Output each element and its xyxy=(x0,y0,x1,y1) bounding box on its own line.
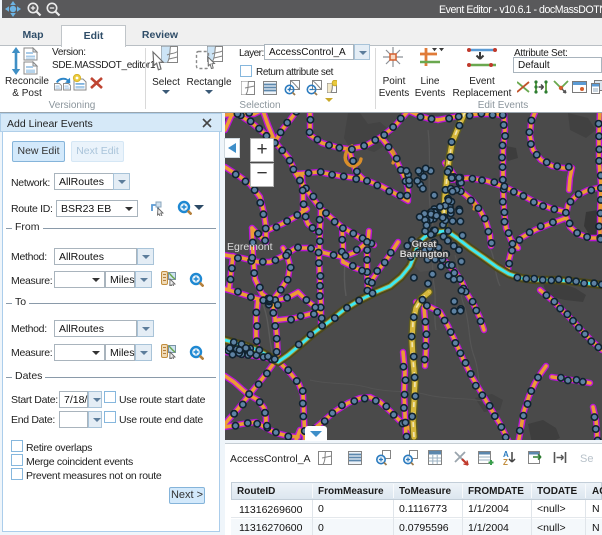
svg-text:Se: Se xyxy=(580,453,593,465)
svg-text:Z: Z xyxy=(503,458,508,467)
svg-text:Barrington: Barrington xyxy=(400,249,449,260)
svg-text:Egremont: Egremont xyxy=(227,241,273,253)
